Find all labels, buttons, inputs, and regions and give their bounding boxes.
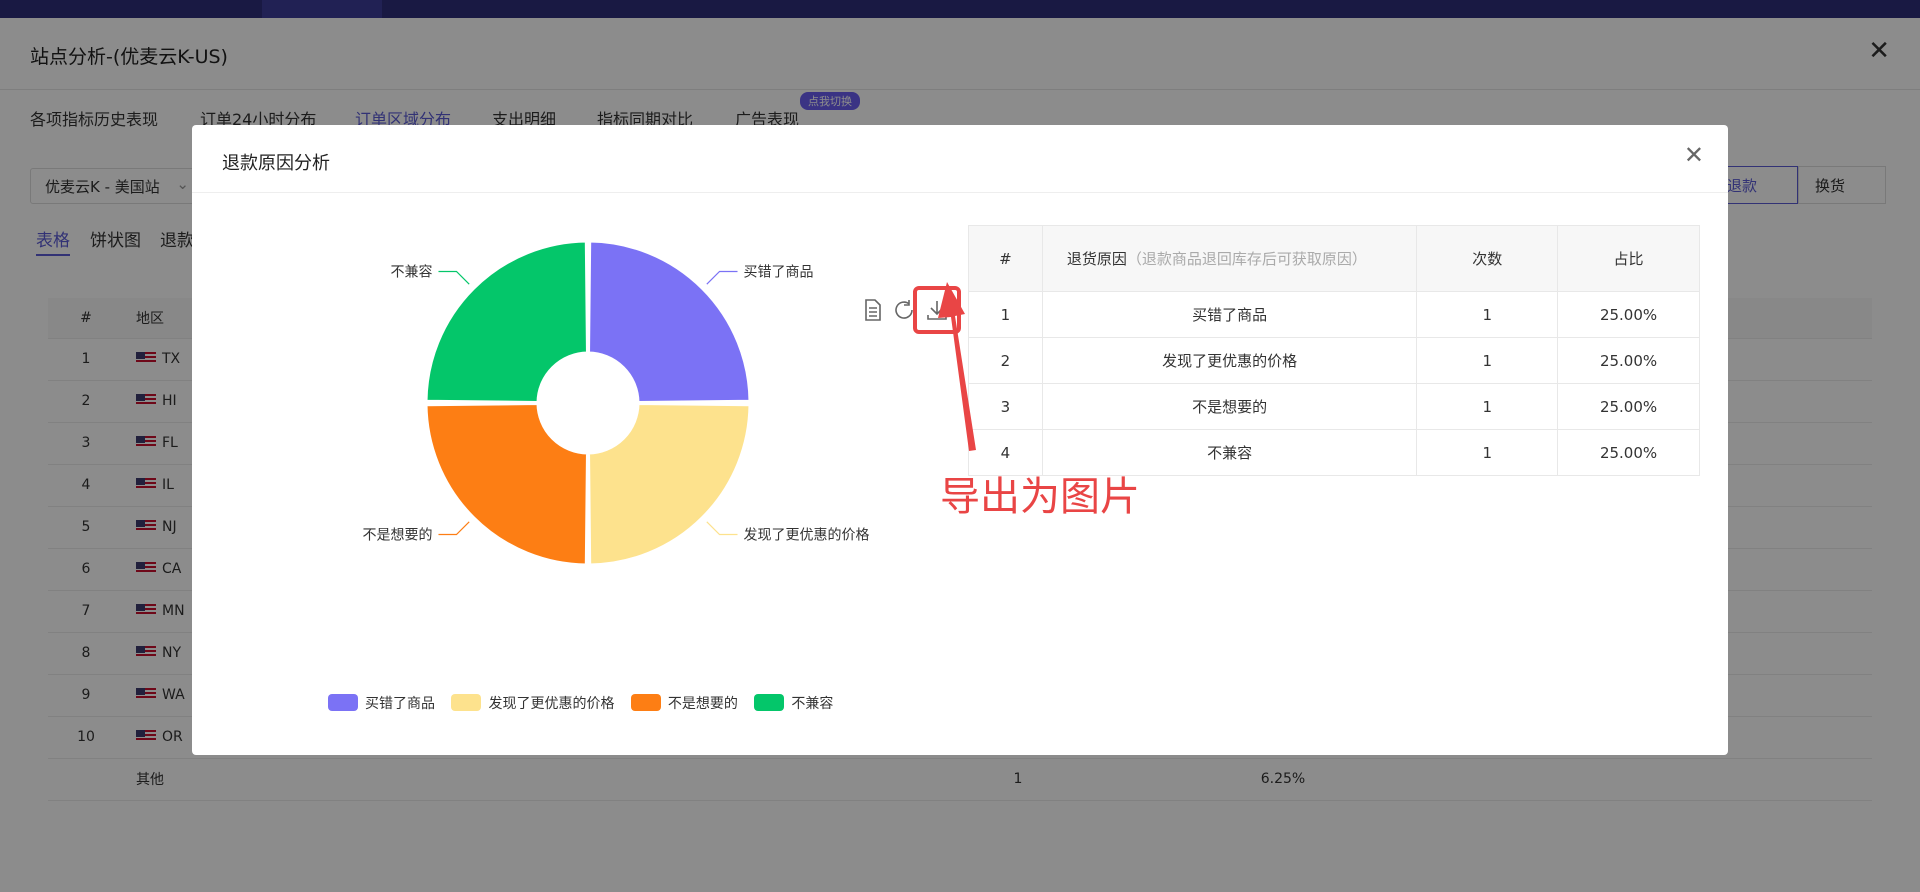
cell-pct: 25.00% [1557, 383, 1700, 430]
legend-swatch [328, 694, 358, 711]
legend-swatch [630, 694, 661, 711]
cell-reason: 发现了更优惠的价格 [1041, 337, 1418, 384]
pie-leader-line [706, 521, 738, 536]
cell-pct: 25.00% [1557, 291, 1700, 338]
legend-swatch [754, 694, 785, 711]
pie-leader-line [438, 521, 470, 536]
pie-leader-line [706, 270, 738, 285]
header-num: # [968, 225, 1043, 292]
legend-item[interactable]: 不是想要的 [630, 693, 738, 713]
refund-reason-table: # 退货原因（退款商品退回库存后可获取原因） 次数 占比 1 买错了商品 1 2… [968, 225, 1700, 476]
pie-chart-area: 买错了商品 发现了更优惠的价格 不是想要的 不兼容 买错了商品 发现了更优惠的价格 不… [192, 193, 961, 755]
pie-slice[interactable] [424, 402, 589, 567]
table-row: 3 不是想要的 1 25.00% [968, 383, 1700, 430]
table-row: 2 发现了更优惠的价格 1 25.00% [968, 337, 1700, 384]
cell-num: 1 [968, 291, 1043, 338]
legend-label: 买错了商品 [365, 696, 435, 712]
refund-reason-modal: 退款原因分析 ✕ 买错了商品 发现了更优惠的价格 不是想要的 不兼容 买错了商品 发现… [192, 125, 1728, 755]
legend-item[interactable]: 发现了更优惠的价格 [451, 693, 614, 713]
cell-count: 1 [1416, 429, 1559, 476]
pie-chart: 买错了商品发现了更优惠的价格 不是想要的 不兼容 [362, 239, 870, 567]
annotation-text: 导出为图片 [940, 474, 1140, 520]
pie-slice[interactable] [424, 239, 589, 404]
pie-label: 不是想要的 [362, 528, 432, 544]
legend-label: 不是想要的 [667, 696, 738, 712]
chart-legend: 买错了商品 发现了更优惠的价格 不是想要的 不兼容 [328, 693, 845, 713]
header-reason-label: 退货原因 [1066, 250, 1127, 268]
cell-pct: 25.00% [1557, 337, 1700, 384]
table-header-row: # 退货原因（退款商品退回库存后可获取原因） 次数 占比 [968, 225, 1700, 292]
cell-count: 1 [1416, 337, 1559, 384]
pie-label: 发现了更优惠的价格 [744, 528, 870, 544]
legend-item[interactable]: 不兼容 [754, 693, 833, 713]
pie-label: 买错了商品 [744, 264, 814, 280]
modal-title: 退款原因分析 [222, 153, 330, 174]
legend-swatch [451, 694, 482, 711]
pie-slice[interactable] [587, 402, 752, 567]
legend-item[interactable]: 买错了商品 [328, 693, 435, 713]
header-reason: 退货原因（退款商品退回库存后可获取原因） [1041, 225, 1418, 292]
header-count: 次数 [1416, 225, 1559, 292]
pie-label: 不兼容 [390, 263, 432, 280]
cell-pct: 25.00% [1557, 429, 1700, 476]
pie-slice[interactable] [587, 239, 752, 404]
cell-num: 2 [968, 337, 1043, 384]
legend-label: 发现了更优惠的价格 [488, 696, 615, 712]
modal-header: 退款原因分析 ✕ [192, 125, 1728, 193]
cell-reason: 买错了商品 [1041, 291, 1418, 338]
cell-count: 1 [1416, 291, 1559, 338]
legend-label: 不兼容 [791, 696, 834, 712]
cell-reason: 不是想要的 [1041, 383, 1418, 430]
pie-leader-line [438, 270, 470, 285]
cell-num: 3 [968, 383, 1043, 430]
table-row: 1 买错了商品 1 25.00% [968, 291, 1700, 338]
header-pct: 占比 [1557, 225, 1700, 292]
header-reason-hint: （退款商品退回库存后可获取原因） [1126, 250, 1367, 268]
close-icon[interactable]: ✕ [1684, 143, 1704, 167]
cell-count: 1 [1416, 383, 1559, 430]
